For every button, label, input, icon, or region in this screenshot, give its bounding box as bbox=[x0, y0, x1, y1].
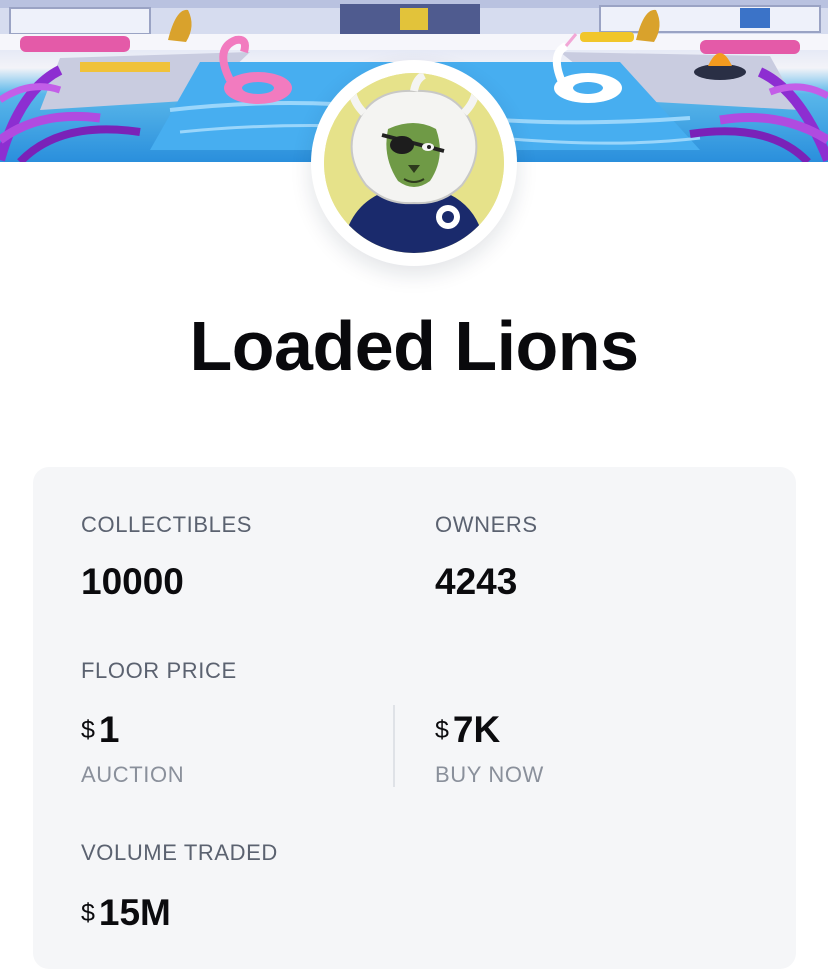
collection-page: Loaded Lions COLLECTIBLES 10000 OWNERS 4… bbox=[0, 0, 828, 970]
collection-title: Loaded Lions bbox=[189, 307, 640, 385]
collection-avatar bbox=[311, 60, 517, 266]
floor-price-label: FLOOR PRICE bbox=[81, 658, 237, 683]
buy-now-currency-symbol: $ bbox=[435, 716, 449, 744]
volume-traded-amount: 15M bbox=[98, 892, 171, 933]
auction-label: AUCTION bbox=[81, 762, 185, 787]
collection-stats-card: COLLECTIBLES 10000 OWNERS 4243 FLOOR PRI… bbox=[33, 467, 796, 969]
buy-now-price-value: 7K bbox=[452, 709, 501, 750]
owners-value: 4243 bbox=[435, 561, 518, 602]
buy-now-price: $7K bbox=[435, 709, 500, 751]
volume-currency-symbol: $ bbox=[81, 899, 95, 927]
buy-now-label: BUY NOW bbox=[435, 762, 544, 787]
auction-price: $1 bbox=[81, 709, 119, 751]
floor-price-divider bbox=[393, 705, 395, 787]
volume-traded-value: $15M bbox=[81, 892, 171, 934]
volume-traded-label: VOLUME TRADED bbox=[81, 840, 278, 865]
collectibles-label: COLLECTIBLES bbox=[81, 512, 253, 537]
owners-label: OWNERS bbox=[435, 512, 538, 537]
collectibles-value: 10000 bbox=[81, 561, 184, 602]
lion-avatar-icon bbox=[324, 73, 504, 253]
auction-price-value: 1 bbox=[98, 709, 120, 750]
auction-currency-symbol: $ bbox=[81, 716, 95, 744]
